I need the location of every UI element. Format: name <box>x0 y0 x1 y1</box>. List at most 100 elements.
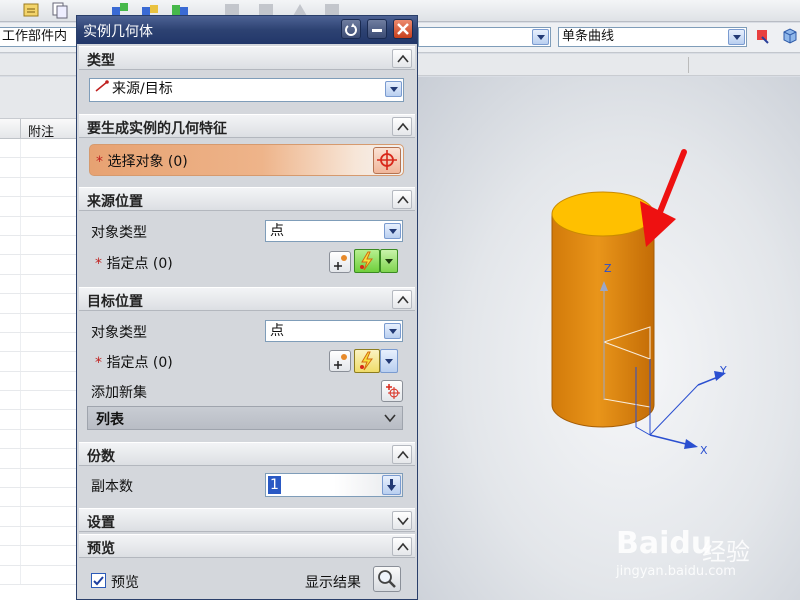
table-row[interactable] <box>0 526 78 547</box>
copies-count-label: 副本数 <box>91 479 133 495</box>
select-object-text: 选择对象 (0) <box>107 154 188 170</box>
table-row[interactable] <box>0 332 78 353</box>
dialog-titlebar[interactable]: 实例几何体 <box>77 16 417 44</box>
add-set-icon <box>386 384 400 399</box>
source-object-type-label: 对象类型 <box>91 225 147 241</box>
copies-count-input[interactable]: 1 <box>265 473 403 497</box>
table-row[interactable] <box>0 197 78 217</box>
target-object-type-dropdown[interactable]: 点 <box>265 320 403 342</box>
column-header-notes: 附注 <box>28 125 55 140</box>
preview-checkbox[interactable] <box>91 573 106 588</box>
list-section-header[interactable]: 列表 <box>87 406 403 430</box>
watermark-url: jingyan.baidu.com <box>616 564 736 579</box>
table-row[interactable] <box>0 391 78 411</box>
add-new-set-button[interactable] <box>381 380 403 402</box>
source-point-text: 指定点 (0) <box>106 256 173 272</box>
table-row[interactable] <box>0 313 78 333</box>
required-mark: * <box>95 256 102 272</box>
type-section-header[interactable]: 类型 <box>79 46 415 70</box>
target-point-text: 指定点 (0) <box>106 355 173 371</box>
settings-section-title: 设置 <box>87 515 115 531</box>
curve-rule-tool-icon[interactable] <box>754 27 774 45</box>
required-mark: * <box>95 355 102 371</box>
geometry-section-header[interactable]: 要生成实例的几何特征 <box>79 114 415 138</box>
copies-count-value[interactable]: 1 <box>268 476 281 494</box>
table-row[interactable] <box>0 216 78 236</box>
reset-button[interactable] <box>341 19 361 39</box>
show-result-button[interactable] <box>373 566 401 592</box>
navigator-header <box>0 77 78 119</box>
chevron-up-icon[interactable] <box>392 537 412 556</box>
point-dialog-button[interactable] <box>329 350 351 372</box>
select-object-label: * 选择对象 (0) <box>96 151 188 171</box>
table-row[interactable] <box>0 255 78 275</box>
preview-section-header[interactable]: 预览 <box>79 534 415 558</box>
copies-section-title: 份数 <box>87 449 115 465</box>
table-row[interactable] <box>0 274 78 295</box>
filter-combo[interactable] <box>418 27 551 47</box>
source-section-title: 来源位置 <box>87 194 143 210</box>
target-section-header[interactable]: 目标位置 <box>79 287 415 311</box>
select-crosshair-button[interactable] <box>373 147 401 174</box>
navigator-column-header[interactable]: 附注 <box>0 119 78 140</box>
chevron-down-icon[interactable] <box>384 413 396 423</box>
curve-rule-combo[interactable]: 单条曲线 <box>558 27 747 47</box>
settings-section-header[interactable]: 设置 <box>79 508 415 532</box>
arrow-down-icon <box>387 479 396 491</box>
chevron-down-icon[interactable] <box>532 29 549 45</box>
chevron-up-icon[interactable] <box>392 445 412 464</box>
select-object-row[interactable]: * 选择对象 (0) <box>89 144 404 176</box>
copies-section-header[interactable]: 份数 <box>79 442 415 466</box>
source-section-header[interactable]: 来源位置 <box>79 187 415 211</box>
chevron-up-icon[interactable] <box>392 290 412 309</box>
dialog-title: 实例几何体 <box>83 24 153 40</box>
type-dropdown[interactable]: 来源/目标 <box>89 78 404 102</box>
cylinder-body[interactable] <box>551 191 655 428</box>
table-row[interactable] <box>0 488 78 508</box>
chevron-up-icon[interactable] <box>392 49 412 68</box>
copy-icon[interactable] <box>50 1 70 19</box>
table-row[interactable] <box>0 294 78 314</box>
scope-combo[interactable]: 工作部件内 <box>0 27 78 47</box>
point-dialog-icon <box>334 255 347 270</box>
chevron-down-icon[interactable] <box>728 29 745 45</box>
list-label: 列表 <box>96 412 124 428</box>
table-row[interactable] <box>0 177 78 198</box>
cube-view-icon[interactable] <box>780 27 800 45</box>
cylinder-top-face[interactable] <box>551 191 655 237</box>
lightning-snap-icon <box>360 351 373 371</box>
table-row[interactable] <box>0 235 78 256</box>
table-row[interactable] <box>0 158 78 178</box>
chevron-down-icon[interactable] <box>384 323 401 339</box>
table-row[interactable] <box>0 352 78 372</box>
table-row[interactable] <box>0 410 78 430</box>
spinner-button[interactable] <box>382 475 401 495</box>
table-row[interactable] <box>0 139 78 159</box>
preview-label: 预览 <box>111 575 139 591</box>
chevron-up-icon[interactable] <box>392 190 412 209</box>
chevron-up-icon[interactable] <box>392 117 412 136</box>
close-button[interactable] <box>393 19 413 39</box>
chevron-down-icon[interactable] <box>385 81 402 97</box>
table-row[interactable] <box>0 468 78 489</box>
table-row[interactable] <box>0 429 78 450</box>
chevron-down-icon[interactable] <box>392 511 412 530</box>
required-mark: * <box>96 154 103 170</box>
source-object-type-dropdown[interactable]: 点 <box>265 220 403 242</box>
chevron-down-icon[interactable] <box>384 223 401 239</box>
inferred-point-dropdown[interactable] <box>380 349 398 373</box>
watermark-brand-cn: 经验 <box>702 538 750 566</box>
inferred-point-dropdown[interactable] <box>380 249 398 273</box>
table-row[interactable] <box>0 449 78 469</box>
minimize-button[interactable] <box>367 19 387 39</box>
table-row[interactable] <box>0 371 78 392</box>
table-row[interactable] <box>0 507 78 527</box>
source-target-icon <box>94 79 112 99</box>
inferred-point-button[interactable] <box>354 349 380 373</box>
open-file-icon[interactable] <box>22 1 42 19</box>
y-axis-label: Y <box>719 364 727 377</box>
point-dialog-button[interactable] <box>329 251 351 273</box>
table-row[interactable] <box>0 565 78 585</box>
inferred-point-button[interactable] <box>354 249 380 273</box>
table-row[interactable] <box>0 546 78 566</box>
